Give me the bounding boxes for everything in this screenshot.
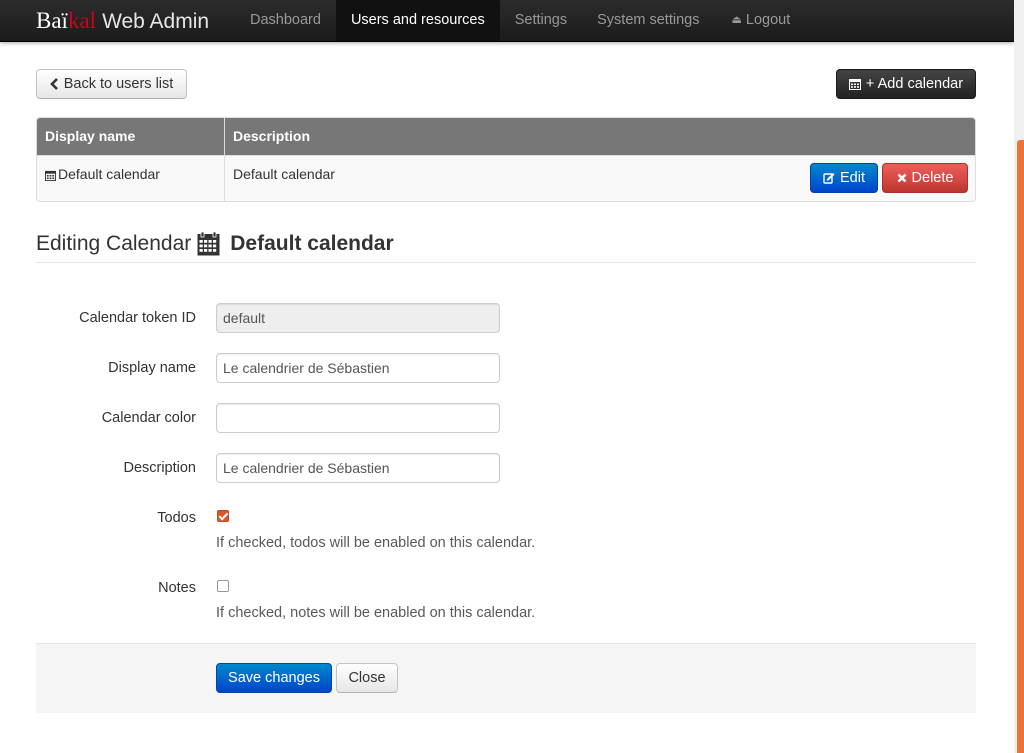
nav-system-settings-label: System settings (597, 12, 700, 28)
scrollbar-thumb[interactable] (1017, 140, 1024, 753)
notes-checkbox[interactable] (217, 580, 229, 592)
form-actions: Save changes Close (36, 643, 976, 713)
navbar: Baïkal Web Admin Dashboard Users and reso… (0, 0, 1014, 42)
calendar-color-input[interactable] (216, 403, 500, 433)
nav-settings[interactable]: Settings (500, 0, 582, 41)
calendar-icon (45, 170, 56, 181)
display-name-value: Default calendar (58, 166, 160, 182)
editing-heading: Editing Calendar Default calendar (36, 225, 976, 263)
close-button[interactable]: Close (336, 663, 398, 693)
brand-part-2: kal (67, 8, 97, 33)
nav-logout-label: Logout (745, 12, 791, 28)
display-name-input[interactable] (216, 353, 500, 383)
save-changes-button[interactable]: Save changes (216, 663, 332, 693)
column-divider (224, 118, 225, 201)
nav-dashboard[interactable]: Dashboard (235, 0, 336, 41)
save-changes-label: Save changes (228, 670, 320, 686)
token-input[interactable] (216, 303, 500, 333)
token-label: Calendar token ID (79, 310, 196, 326)
eject-icon: ⏏ (731, 14, 742, 26)
add-calendar-button[interactable]: + Add calendar (836, 69, 976, 99)
add-calendar-label: + Add calendar (865, 76, 964, 92)
nav-users-and-resources[interactable]: Users and resources (335, 0, 500, 41)
calendar-color-label: Calendar color (101, 410, 196, 426)
editing-calendar-name: Default calendar (230, 231, 394, 255)
column-header-display-name: Display name (45, 128, 136, 144)
brand-part-3: Web Admin (102, 10, 210, 33)
editing-prefix: Editing Calendar (36, 231, 192, 255)
edit-button[interactable]: Edit (810, 163, 878, 193)
table-header: Display name Description (37, 118, 975, 155)
back-to-users-label: Back to users list (63, 76, 174, 92)
notes-label: Notes (158, 580, 196, 596)
nav-dashboard-label: Dashboard (250, 12, 321, 28)
brand-logo[interactable]: Baïkal Web Admin (36, 6, 209, 36)
todos-label: Todos (157, 510, 196, 526)
calendar-icon (848, 78, 861, 90)
calendar-icon (197, 231, 220, 256)
calendars-table: Display name Description Default calenda… (36, 117, 976, 202)
remove-icon (897, 173, 907, 183)
notes-help-text: If checked, notes will be enabled on thi… (216, 605, 536, 621)
description-input[interactable] (216, 453, 500, 483)
todos-checkbox[interactable] (217, 510, 229, 522)
nav-logout[interactable]: ⏏ Logout (714, 0, 805, 41)
delete-label: Delete (911, 170, 954, 186)
cell-description: Default calendar (233, 166, 335, 182)
column-header-description: Description (233, 128, 311, 144)
cell-display-name: Default calendar (37, 156, 160, 201)
description-label: Description (123, 460, 196, 476)
edit-icon (823, 172, 835, 184)
nav-settings-label: Settings (514, 12, 568, 28)
chevron-left-icon (49, 78, 59, 90)
close-label: Close (348, 670, 386, 686)
delete-button[interactable]: Delete (882, 163, 968, 193)
main-nav: Dashboard Users and resources Settings S… (235, 0, 805, 41)
todos-help-text: If checked, todos will be enabled on thi… (216, 535, 536, 551)
edit-label: Edit (840, 170, 865, 186)
brand-part-1: Baï (36, 8, 68, 33)
back-to-users-button[interactable]: Back to users list (36, 69, 187, 99)
nav-users-label: Users and resources (350, 12, 485, 28)
nav-system-settings[interactable]: System settings (582, 0, 714, 41)
display-name-label: Display name (108, 360, 196, 376)
